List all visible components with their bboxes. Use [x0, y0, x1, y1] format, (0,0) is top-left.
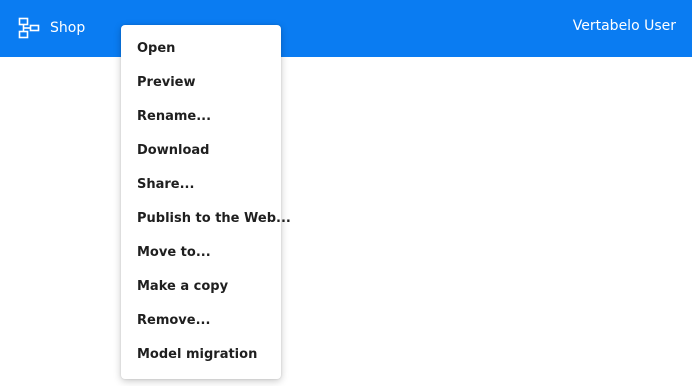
menu-item-make-copy[interactable]: Make a copy [121, 270, 281, 304]
menu-item-move-to[interactable]: Move to... [121, 236, 281, 270]
menu-item-open[interactable]: Open [121, 32, 281, 66]
context-menu: Open Preview Rename... Download Share...… [121, 25, 291, 379]
menu-item-remove[interactable]: Remove... [121, 304, 281, 338]
model-title-label: Shop [50, 20, 86, 36]
top-bar: Shop Vertabelo User [0, 0, 692, 57]
menu-item-publish[interactable]: Publish to the Web... [121, 202, 291, 236]
model-title[interactable]: Shop [18, 16, 85, 40]
menu-item-download[interactable]: Download [121, 134, 281, 168]
menu-item-preview[interactable]: Preview [121, 66, 281, 100]
menu-item-rename[interactable]: Rename... [121, 100, 281, 134]
user-menu[interactable]: Vertabelo User [573, 18, 676, 34]
diagram-icon [18, 17, 40, 39]
menu-item-model-migration[interactable]: Model migration [121, 338, 281, 372]
menu-item-share[interactable]: Share... [121, 168, 281, 202]
